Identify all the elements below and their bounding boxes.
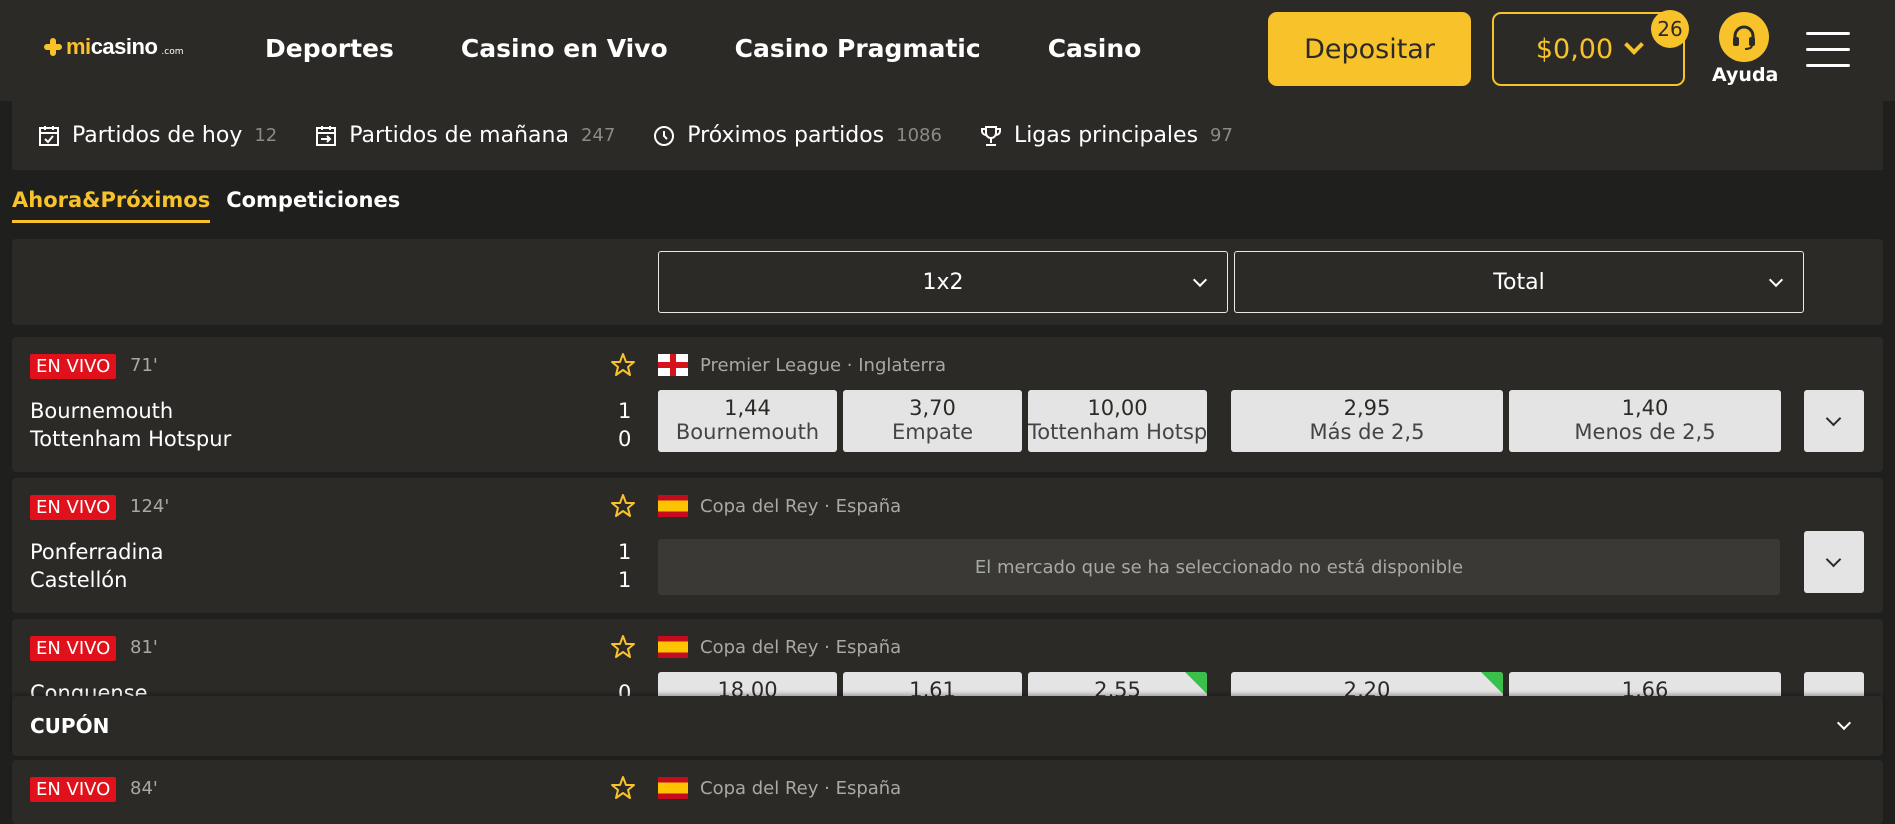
chevron-down-icon xyxy=(1836,715,1852,731)
league-info[interactable]: Copa del Rey · España xyxy=(658,777,901,799)
filter-count: 12 xyxy=(254,125,278,146)
spain-flag-icon xyxy=(658,777,688,799)
tab-competiciones[interactable]: Competiciones xyxy=(226,188,400,223)
odd-button[interactable]: 1,44 Bournemouth xyxy=(658,390,837,452)
league-name: Premier League · Inglaterra xyxy=(700,354,947,376)
away-team[interactable]: Tottenham Hotspur xyxy=(30,427,231,451)
nav-casino[interactable]: Casino xyxy=(1048,34,1142,63)
filter-label: Ligas principales xyxy=(1013,123,1199,148)
match-card: EN VIVO 84' Copa del Rey · España xyxy=(12,760,1883,824)
help-label: Ayuda xyxy=(1712,64,1779,86)
match-card: EN VIVO 124' Copa del Rey · España Ponfe… xyxy=(12,478,1883,613)
favorite-star-icon[interactable] xyxy=(610,352,636,378)
live-badge: EN VIVO xyxy=(30,636,117,661)
help-button[interactable]: Ayuda xyxy=(1712,12,1779,86)
league-name: Copa del Rey · España xyxy=(700,777,902,799)
filter-label: Próximos partidos xyxy=(687,123,885,148)
hamburger-menu-icon[interactable] xyxy=(1806,32,1850,68)
league-info[interactable]: Copa del Rey · España xyxy=(658,636,901,658)
tabs: Ahora&Próximos Competiciones xyxy=(12,188,400,223)
home-team[interactable]: Ponferradina xyxy=(30,540,164,564)
deposit-button[interactable]: Depositar xyxy=(1268,12,1471,86)
favorite-star-icon[interactable] xyxy=(610,493,636,519)
market-select-value: 1x2 xyxy=(922,269,964,295)
odd-button[interactable]: 1,40 Menos de 2,5 xyxy=(1509,390,1781,452)
spain-flag-icon xyxy=(658,495,688,517)
balance-amount: $0,00 xyxy=(1535,33,1614,65)
away-score: 1 xyxy=(618,568,632,592)
clock-icon xyxy=(653,125,675,147)
match-minute: 71' xyxy=(130,355,158,376)
chevron-down-icon xyxy=(1192,272,1208,288)
coupon-label: CUPÓN xyxy=(30,714,110,738)
filter-count: 1086 xyxy=(896,125,942,146)
filter-partidos-hoy[interactable]: Partidos de hoy 12 xyxy=(38,123,277,148)
micasino-logo[interactable]: micasino .com xyxy=(44,34,183,60)
favorite-star-icon[interactable] xyxy=(610,775,636,801)
filter-label: Partidos de hoy xyxy=(72,123,243,148)
home-score: 1 xyxy=(618,399,632,423)
odd-button[interactable]: 2,95 Más de 2,5 xyxy=(1231,390,1503,452)
league-info[interactable]: Copa del Rey · España xyxy=(658,495,901,517)
logo-text: micasino xyxy=(66,34,158,59)
away-score: 0 xyxy=(618,427,632,451)
home-score: 1 xyxy=(618,540,632,564)
market-unavailable-message: El mercado que se ha seleccionado no est… xyxy=(658,539,1780,595)
match-minute: 84' xyxy=(130,778,158,799)
calendar-check-icon xyxy=(38,125,60,147)
trophy-icon xyxy=(980,125,1002,147)
league-name: Copa del Rey · España xyxy=(700,495,902,517)
league-name: Copa del Rey · España xyxy=(700,636,902,658)
odds-up-indicator-icon xyxy=(1481,672,1503,694)
odd-button[interactable]: 10,00Tottenham Hotspur xyxy=(1028,390,1207,452)
live-badge: EN VIVO xyxy=(30,495,117,520)
market-selector-bar: 1x2 Total xyxy=(12,239,1883,325)
nav-casino-en-vivo[interactable]: Casino en Vivo xyxy=(461,34,668,63)
live-badge: EN VIVO xyxy=(30,354,117,379)
filter-partidos-manana[interactable]: Partidos de mañana 247 xyxy=(315,123,615,148)
coupon-bar[interactable]: CUPÓN xyxy=(12,696,1883,756)
odds-up-indicator-icon xyxy=(1185,672,1207,694)
expand-markets-button[interactable] xyxy=(1804,390,1864,452)
filter-ligas-principales[interactable]: Ligas principales 97 xyxy=(980,123,1233,148)
home-team[interactable]: Bournemouth xyxy=(30,399,173,423)
chevron-down-icon xyxy=(1624,35,1645,55)
header: micasino .com Deportes Casino en Vivo Ca… xyxy=(0,0,1895,101)
notification-badge[interactable]: 26 xyxy=(1651,10,1689,48)
market-select-1x2[interactable]: 1x2 xyxy=(658,251,1228,313)
filter-count: 247 xyxy=(580,125,616,146)
headset-icon xyxy=(1719,12,1769,62)
favorite-star-icon[interactable] xyxy=(610,634,636,660)
match-minute: 124' xyxy=(130,496,170,517)
tab-ahora-proximos[interactable]: Ahora&Próximos xyxy=(12,188,211,223)
live-badge: EN VIVO xyxy=(30,777,117,802)
spain-flag-icon xyxy=(658,636,688,658)
filter-count: 97 xyxy=(1210,125,1233,146)
filter-label: Partidos de mañana xyxy=(349,123,569,148)
market-select-value: Total xyxy=(1493,269,1545,295)
market-select-total[interactable]: Total xyxy=(1234,251,1804,313)
filter-proximos-partidos[interactable]: Próximos partidos 1086 xyxy=(653,123,942,148)
away-team[interactable]: Castellón xyxy=(30,568,127,592)
logo-cross-icon xyxy=(44,38,62,56)
main-nav: Deportes Casino en Vivo Casino Pragmatic… xyxy=(265,34,1141,63)
england-flag-icon xyxy=(658,354,688,376)
odd-button[interactable]: 3,70 Empate xyxy=(843,390,1022,452)
nav-deportes[interactable]: Deportes xyxy=(265,34,394,63)
league-info[interactable]: Premier League · Inglaterra xyxy=(658,354,946,376)
nav-casino-pragmatic[interactable]: Casino Pragmatic xyxy=(735,34,981,63)
chevron-down-icon xyxy=(1768,272,1784,288)
expand-markets-button[interactable] xyxy=(1804,531,1864,593)
match-card: EN VIVO 71' Premier League · Inglaterra … xyxy=(12,337,1883,472)
logo-suffix: .com xyxy=(161,47,184,57)
match-minute: 81' xyxy=(130,637,158,658)
quick-filters-bar: Partidos de hoy 12 Partidos de mañana 24… xyxy=(12,101,1883,170)
calendar-arrow-icon xyxy=(315,125,337,147)
